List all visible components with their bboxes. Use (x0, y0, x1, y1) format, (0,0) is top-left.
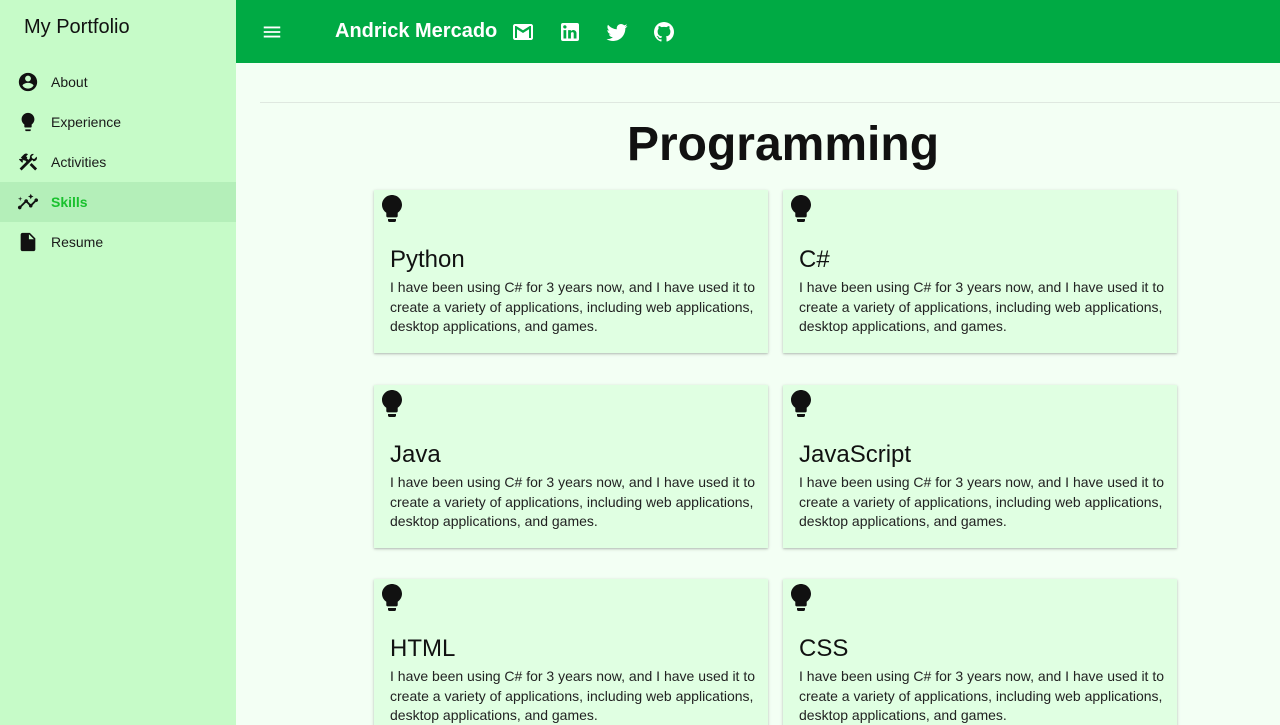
account-circle-icon (16, 70, 40, 94)
sidebar-item-experience[interactable]: Experience (0, 102, 236, 142)
card-description: I have been using C# for 3 years now, an… (390, 668, 756, 724)
section-title: Programming (626, 118, 940, 171)
sidebar-item-label: Experience (51, 114, 122, 130)
main-content: Programming Python I have been using C# … (236, 63, 1280, 725)
card-description: I have been using C# for 3 years now, an… (390, 474, 756, 530)
menu-icon[interactable] (260, 20, 284, 44)
lightbulb-icon (789, 194, 813, 224)
card-title: CSS (799, 635, 849, 662)
sidebar-item-label: Skills (51, 194, 88, 210)
lightbulb-icon (16, 110, 40, 134)
skill-card-html: HTML I have been using C# for 3 years no… (374, 579, 768, 725)
divider (260, 102, 1280, 103)
twitter-icon[interactable] (605, 20, 629, 44)
sidebar-item-resume[interactable]: Resume (0, 222, 236, 262)
document-icon (16, 230, 40, 254)
sidebar-item-about[interactable]: About (0, 62, 236, 102)
sidebar-item-label: About (51, 74, 88, 90)
appbar-title: Andrick Mercado (335, 20, 498, 42)
skill-card-java: Java I have been using C# for 3 years no… (374, 385, 768, 548)
card-title: Java (390, 441, 441, 468)
skill-card-css: CSS I have been using C# for 3 years now… (783, 579, 1177, 725)
lightbulb-icon (789, 583, 813, 613)
card-title: JavaScript (799, 441, 912, 468)
github-icon[interactable] (652, 20, 676, 44)
sidebar: My Portfolio About Experience Activities… (0, 0, 236, 725)
skill-card-python: Python I have been using C# for 3 years … (374, 190, 768, 353)
sidebar-item-activities[interactable]: Activities (0, 142, 236, 182)
skill-card-csharp: C# I have been using C# for 3 years now,… (783, 190, 1177, 353)
sidebar-nav: About Experience Activities Skills Resum… (0, 62, 236, 262)
sidebar-item-skills[interactable]: Skills (0, 182, 236, 222)
social-links (511, 20, 699, 44)
lightbulb-icon (380, 583, 404, 613)
card-title: C# (799, 246, 830, 273)
skill-card-javascript: JavaScript I have been using C# for 3 ye… (783, 385, 1177, 548)
card-description: I have been using C# for 3 years now, an… (390, 279, 756, 335)
card-title: HTML (390, 635, 456, 662)
card-title: Python (390, 246, 465, 273)
lightbulb-icon (789, 389, 813, 419)
tools-icon (16, 150, 40, 174)
insights-icon (16, 190, 40, 214)
linkedin-icon[interactable] (558, 20, 582, 44)
card-description: I have been using C# for 3 years now, an… (799, 474, 1165, 530)
lightbulb-icon (380, 194, 404, 224)
mail-icon[interactable] (511, 20, 535, 44)
card-description: I have been using C# for 3 years now, an… (799, 279, 1165, 335)
card-description: I have been using C# for 3 years now, an… (799, 668, 1165, 724)
sidebar-item-label: Activities (51, 154, 107, 170)
brand-title: My Portfolio (24, 16, 130, 38)
sidebar-item-label: Resume (51, 234, 104, 250)
app-bar: Andrick Mercado (236, 0, 1280, 63)
lightbulb-icon (380, 389, 404, 419)
